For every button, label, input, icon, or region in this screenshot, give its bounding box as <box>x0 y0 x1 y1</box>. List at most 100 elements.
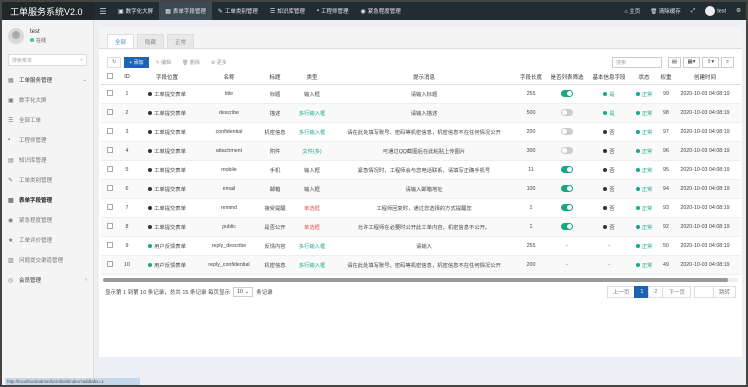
sidebar-item-0[interactable]: ▦ 工单服务管理 ⌄ <box>2 70 93 90</box>
page-size-select[interactable]: 10 ⌄ <box>233 286 254 297</box>
filter-toggle[interactable] <box>561 204 573 211</box>
nav-item-user[interactable]: ▪ 工程师管理 <box>311 2 355 20</box>
table-footer: 显示第 1 到第 10 条记录，总共 15 条记录 每页显示 10 ⌄ 条记录 … <box>99 282 742 302</box>
settings-icon[interactable]: ⚙ <box>731 8 746 14</box>
nav-item-book[interactable]: ☰ 知识库管理 <box>264 2 311 20</box>
basic-dot-icon <box>603 206 608 211</box>
nav-item-tag[interactable]: ✎ 工单类别管理 <box>212 2 264 20</box>
sidebar-item-1[interactable]: ▣ 数字化大屏 <box>2 90 93 110</box>
table-row[interactable]: 10 用户反馈表单 reply_confidential 机密信息 多行输入框 请在此处填… <box>101 255 741 275</box>
filter-toggle[interactable] <box>561 128 573 135</box>
nav-item-dashboard[interactable]: ▣ 数字化大屏 <box>112 2 159 20</box>
row-checkbox[interactable] <box>107 146 113 153</box>
sidebar-item-5[interactable]: ✎ 工单类别管理 <box>2 170 93 190</box>
row-checkbox[interactable] <box>107 127 113 134</box>
type-cell: 多行输入框 <box>291 236 333 256</box>
row-checkbox[interactable] <box>107 222 113 229</box>
scrollbar-thumb[interactable] <box>103 277 728 282</box>
fullscreen-icon[interactable]: ⤢ <box>686 8 700 15</box>
table-row[interactable]: 4 工单提交表单 attachment 附件 文件(多) 可通过QQ截图后在此粘贴上传图片… <box>101 141 741 161</box>
tab-2[interactable]: 正常 <box>167 34 195 48</box>
overflow-cell <box>735 160 741 180</box>
page-1-button[interactable]: 1 <box>634 285 650 298</box>
basic-cell: 否 <box>587 198 631 218</box>
length-cell: 200 <box>515 255 547 275</box>
jump-button[interactable]: 跳转 <box>712 285 736 298</box>
status-cell: 正常 <box>631 217 657 237</box>
user-menu[interactable]: test <box>700 6 731 16</box>
columns-dropdown-icon[interactable]: ▦▾ <box>683 56 700 68</box>
sidebar-item-10[interactable]: ◎ 会员管理 ‹ <box>2 270 93 290</box>
sidebar-item-8[interactable]: ★ 工单评价管理 <box>2 230 93 250</box>
user-status: 在线 <box>30 37 46 44</box>
refresh-button[interactable]: ↻ <box>107 56 122 68</box>
row-checkbox[interactable] <box>107 108 113 115</box>
edit-button[interactable]: ✎ 编辑 <box>152 57 176 68</box>
sidebar-item-4[interactable]: ▤ 知识库管理 <box>2 150 93 170</box>
filter-toggle[interactable] <box>561 109 573 116</box>
page-2-button[interactable]: 2 <box>648 285 664 298</box>
page-jump-input[interactable] <box>693 285 714 298</box>
tab-1[interactable]: 隐藏 <box>137 34 165 48</box>
row-checkbox[interactable] <box>107 203 113 210</box>
table-row[interactable]: 3 工单提交表单 confidential 机密信息 多行输入框 请在此处填写账号、密码等… <box>101 122 741 142</box>
sidebar-item-6[interactable]: ▦ 表单字段管理 <box>2 190 93 210</box>
table-row[interactable]: 7 工单提交表单 remind 接受提醒 单选框 工程师回复时，通过您选择的方式提醒您 1 否… <box>101 198 741 218</box>
clear-cache-button[interactable]: 🗑 清除缓存 <box>645 7 686 15</box>
home-link[interactable]: ⌂ 主页 <box>619 7 645 15</box>
member-icon: ◎ <box>8 277 14 284</box>
add-button[interactable]: + 添加 <box>124 56 149 68</box>
sidebar-item-7[interactable]: ◉ 紧急程度管理 <box>2 210 93 230</box>
select-all-checkbox[interactable] <box>107 73 113 80</box>
column-header: 字段位置 <box>135 71 199 85</box>
delete-button[interactable]: 🗑 删除 <box>178 57 204 68</box>
table-search-input[interactable]: 搜索 <box>612 56 662 68</box>
toggle-view-icon[interactable]: ▤ <box>668 56 681 68</box>
filter-cell: - <box>547 255 587 275</box>
sidebar-item-9[interactable]: ▧ 问题提交渠道管理 <box>2 250 93 270</box>
filter-toggle[interactable] <box>561 166 573 173</box>
status-label: 正常 <box>641 110 653 117</box>
status-label: 正常 <box>641 91 653 98</box>
column-header <box>735 71 741 85</box>
sidebar-item-2[interactable]: ☰ 全部工单 <box>2 110 93 130</box>
table-row[interactable]: 6 工单提交表单 email 邮箱 输入框 请输入邮箱地址 100 否 正常 94 2020-10-… <box>101 179 741 199</box>
table-row[interactable]: 8 工单提交表单 public 是否公开 单选框 允许工程师在必要时公开此工单内容，机密信… <box>101 217 741 237</box>
filter-toggle[interactable] <box>561 147 573 154</box>
tab-0[interactable]: 全部 <box>107 34 135 48</box>
row-checkbox[interactable] <box>107 165 113 172</box>
sidebar-item-3[interactable]: ▪ 工程师管理 <box>2 130 93 150</box>
tip-cell: 请输入标题 <box>333 84 515 104</box>
horizontal-scrollbar[interactable] <box>103 277 738 282</box>
table-row[interactable]: 1 工单提交表单 title 标题 输入框 请输入标题 255 是 正常 99 2020-10-03… <box>101 84 741 104</box>
row-checkbox[interactable] <box>107 241 113 248</box>
length-cell: 300 <box>515 141 547 161</box>
filter-toggle[interactable] <box>561 223 573 230</box>
table-row[interactable]: 5 工单提交表单 mobile 手机 输入框 紧急情况时，工程师会与您电话联系，请填写正确… <box>101 160 741 180</box>
overflow-cell <box>735 217 741 237</box>
sidebar-item-label: 知识库管理 <box>19 158 47 164</box>
prev-page-button[interactable]: 上一页 <box>606 285 636 298</box>
search-icon[interactable]: ⌕ <box>80 57 83 63</box>
position-cell: 工单提交表单 <box>135 198 199 218</box>
table-row[interactable]: 2 工单提交表单 describe 描述 多行输入框 请输入描述 500 是 正常 98 2020-… <box>101 103 741 123</box>
nav-item-table[interactable]: ▦ 表单字段管理 <box>159 2 212 20</box>
filter-toggle[interactable] <box>561 185 573 192</box>
sidebar-item-label: 紧急程度管理 <box>19 218 53 224</box>
row-checkbox[interactable] <box>107 89 113 96</box>
menu-toggle-icon[interactable]: ☰ <box>94 7 112 16</box>
table-row[interactable]: 9 用户反馈表单 reply_describe 反馈内容 多行输入框 请输入 255- - 正常… <box>101 236 741 256</box>
column-header: 提示消息 <box>333 71 515 85</box>
app-title[interactable]: 工单服务系统V2.0 <box>2 2 94 20</box>
row-checkbox[interactable] <box>107 184 113 191</box>
position-label: 工单提交表单 <box>154 148 186 155</box>
sidebar-search-input[interactable]: 搜索菜单 ⌕ <box>8 54 87 66</box>
advanced-search-icon[interactable]: ⌕ <box>721 56 734 68</box>
more-button[interactable]: ⚙ 更多 <box>207 57 231 68</box>
nav-item-alert[interactable]: ◉ 紧急程度管理 <box>354 2 406 20</box>
filter-toggle[interactable] <box>561 90 573 97</box>
row-checkbox[interactable] <box>107 260 113 267</box>
next-page-button[interactable]: 下一页 <box>662 285 691 298</box>
position-label: 工单提交表单 <box>154 167 186 174</box>
export-dropdown-icon[interactable]: ⇪▾ <box>702 56 719 68</box>
